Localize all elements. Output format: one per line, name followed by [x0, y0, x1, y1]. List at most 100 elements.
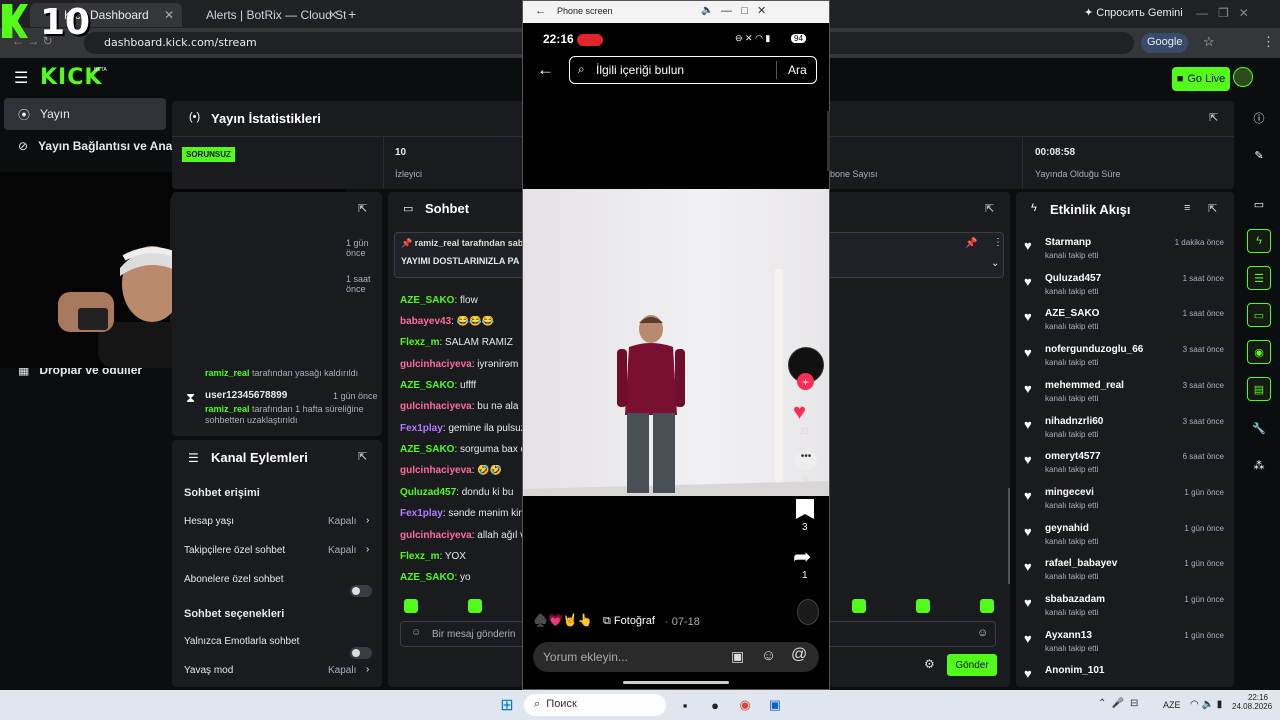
send-button[interactable]: Gönder — [947, 654, 997, 676]
emote-icon[interactable] — [916, 599, 930, 613]
task-view-icon[interactable]: ▪ — [676, 696, 694, 714]
scrollbar[interactable] — [827, 111, 830, 171]
chat-icon[interactable]: ▭ — [1247, 303, 1271, 327]
followers-only-row[interactable]: Takipçilere özel sohbet Kapalı › — [184, 544, 374, 556]
back-arrow-icon[interactable]: ← — [535, 5, 546, 17]
emote-icon[interactable] — [404, 599, 418, 613]
slow-mode-row[interactable]: Yavaş mod Kapalı › — [184, 664, 374, 676]
health-badge: SORUNSUZ — [182, 147, 235, 162]
popout-icon[interactable]: ⇱ — [985, 202, 994, 215]
list-icon[interactable]: ☰ — [1247, 266, 1271, 290]
chat-text: YOX — [444, 551, 466, 562]
event-username[interactable]: sbabazadam — [1045, 594, 1105, 605]
apps-icon[interactable]: ⁂ — [1247, 453, 1271, 477]
music-disc-icon[interactable] — [797, 599, 819, 625]
panel-icon[interactable]: ▤ — [1247, 377, 1271, 401]
sidebar-item-yayin[interactable]: ⦿ Yayın — [4, 98, 166, 130]
chat-username: Flexz_m — [400, 551, 440, 562]
comment-input[interactable]: Yorum ekleyin... ▣ ☺ @ — [533, 642, 819, 672]
event-username[interactable]: Quluzad457 — [1045, 273, 1101, 284]
window-controls[interactable]: — □ ✕ — [721, 4, 766, 17]
event-username[interactable]: mehemmed_real — [1045, 380, 1124, 391]
chrome-icon[interactable]: ◉ — [736, 696, 754, 714]
bookmark-icon[interactable] — [796, 499, 814, 519]
filter-icon[interactable]: ≡ — [1184, 202, 1190, 214]
event-username[interactable]: nofergunduzoglu_66 — [1045, 344, 1143, 355]
emote-icon[interactable] — [980, 599, 994, 613]
back-arrow-icon[interactable]: ← — [537, 60, 554, 80]
post-photo-boy-image — [523, 269, 829, 496]
chat-text: 😂😂😂 — [456, 316, 495, 327]
emote-icon[interactable] — [468, 599, 482, 613]
sidebar-item-stream-key[interactable]: ⊘ Yayın Bağlantısı ve Anahtar — [4, 130, 174, 162]
volume-icon[interactable]: 🔈 — [701, 5, 713, 16]
popout-icon[interactable]: ⇱ — [1209, 111, 1218, 124]
window-controls[interactable]: — ❐ ✕ — [1196, 6, 1249, 20]
tab-botrix-alerts[interactable]: Alerts | BotRix — Cloud Stream... ✕ — [186, 3, 346, 27]
taskbar-search[interactable]: ⌕ Поиск — [524, 694, 666, 716]
heart-icon: ♥ — [1024, 595, 1032, 610]
go-live-button[interactable]: ■ Go Live — [1172, 67, 1230, 91]
broadcast-icon: (•) — [189, 111, 201, 123]
phone-search-input[interactable]: ⌕ İlgili içeriği bulun Ara — [569, 56, 817, 84]
event-username[interactable]: nihadnzrli60 — [1045, 416, 1103, 427]
share-arrow-icon[interactable]: ➦ — [793, 544, 811, 570]
account-age-row[interactable]: Hesap yaşı Kapalı › — [184, 515, 374, 527]
browser-menu-icon[interactable]: ⋮ — [1262, 34, 1275, 50]
gemini-button[interactable]: ✦ Спросить Gemini — [1084, 6, 1183, 19]
pencil-icon[interactable]: ✎ — [1247, 143, 1271, 167]
info-icon[interactable]: ⓘ — [1247, 106, 1271, 130]
obs-icon[interactable]: ● — [706, 696, 724, 714]
subscribers-only-toggle[interactable] — [350, 585, 372, 597]
phone-link-icon[interactable]: ▣ — [766, 696, 784, 714]
mod-log-panel: ⇱ 1 gün önce 1 saat önce ramiz_real tara… — [172, 192, 382, 436]
caption-emojis: ♠️💗🤘👆 — [533, 613, 593, 627]
bookmark-star-icon[interactable]: ☆ — [1203, 34, 1215, 50]
popout-icon[interactable]: ⇱ — [358, 450, 367, 463]
event-username[interactable]: Starmanp — [1045, 237, 1091, 248]
event-username[interactable]: rafael_babayev — [1045, 558, 1117, 569]
more-options-icon[interactable]: ⋮ — [993, 237, 1003, 248]
close-tab-icon[interactable]: ✕ — [164, 8, 174, 22]
wrench-icon[interactable]: 🔧 — [1247, 416, 1271, 440]
windows-start-icon[interactable]: ⊞ — [498, 696, 516, 714]
share-count: 1 — [802, 570, 808, 581]
lightning-icon[interactable]: ϟ — [1247, 229, 1271, 253]
chat-username: gulcinhaciyeva — [400, 530, 472, 541]
clock[interactable]: 22:16 24.08.2026 — [1232, 693, 1272, 711]
heart-icon: ♥ — [1024, 452, 1032, 468]
event-username[interactable]: Anonim_101 — [1045, 665, 1104, 676]
event-username[interactable]: omeryt4577 — [1045, 451, 1101, 462]
google-chip[interactable]: Google — [1141, 33, 1189, 53]
event-username[interactable]: mingecevi — [1045, 487, 1094, 498]
new-tab-icon[interactable]: + — [348, 6, 356, 22]
popout-icon[interactable]: ⇱ — [1208, 202, 1217, 215]
close-tab-icon[interactable]: ✕ — [328, 8, 338, 22]
avatar[interactable] — [1233, 67, 1253, 87]
scrollbar[interactable] — [1008, 488, 1010, 584]
event-username[interactable]: Ayxann13 — [1045, 630, 1092, 641]
event-username[interactable]: AZE_SAKO — [1045, 308, 1099, 319]
battery-level: 94 — [791, 34, 806, 43]
settings-gear-icon[interactable]: ⚙ — [924, 657, 935, 671]
home-indicator — [623, 681, 729, 684]
comment-bubble-icon[interactable]: ••• — [795, 451, 817, 469]
emote-only-toggle[interactable] — [350, 647, 372, 659]
uptime-label: Yayında Olduğu Süre — [1035, 169, 1121, 179]
pin-icon[interactable]: 📌 — [965, 238, 977, 249]
follow-plus-icon[interactable]: + — [797, 373, 814, 390]
post-photo[interactable] — [523, 189, 829, 496]
keyboard-language[interactable]: AZE — [1163, 700, 1181, 710]
hamburger-menu-icon[interactable]: ☰ — [14, 68, 28, 88]
tray-icons[interactable]: ⌃ 🎤 ⊟ — [1098, 698, 1138, 709]
event-action: kanalı takip etti — [1045, 251, 1099, 260]
chat-username: Quluzad457 — [400, 487, 457, 498]
popout-icon[interactable]: ⇱ — [358, 202, 367, 215]
broadcast-icon[interactable]: ◉ — [1247, 340, 1271, 364]
emote-icon[interactable] — [852, 599, 866, 613]
event-username[interactable]: geynahid — [1045, 523, 1089, 534]
layout-icon[interactable]: ▭ — [1247, 192, 1271, 216]
tray-status-icons[interactable]: ◠ 🔈 ▮ — [1190, 699, 1222, 710]
chevron-down-icon[interactable]: ⌄ — [991, 258, 999, 269]
like-heart-icon[interactable]: ♥ — [793, 399, 806, 425]
